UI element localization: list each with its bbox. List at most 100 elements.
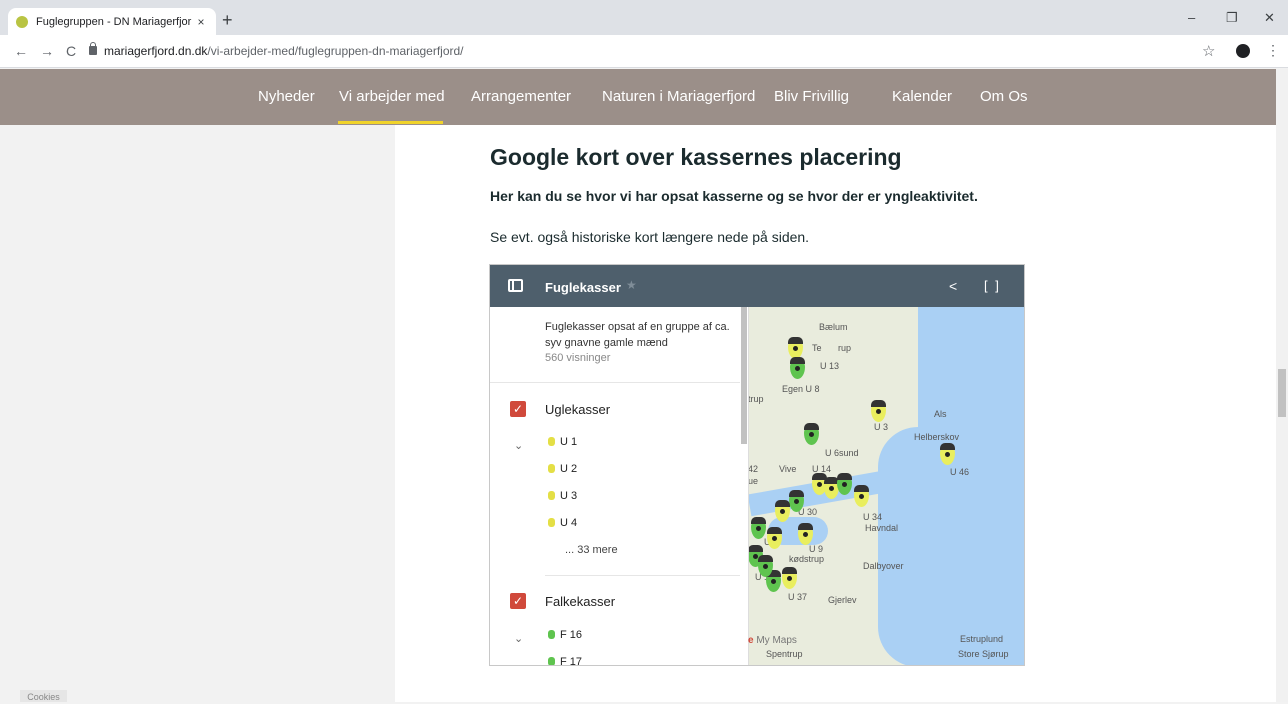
list-item[interactable]: U 4 bbox=[548, 517, 577, 529]
layer-title-uglekasser[interactable]: Uglekasser bbox=[545, 402, 610, 417]
map-label: U 13 bbox=[820, 361, 840, 371]
map-marker[interactable] bbox=[767, 527, 782, 549]
map-label: U 34 bbox=[863, 512, 883, 522]
minimize-icon[interactable]: – bbox=[1188, 10, 1195, 25]
map-label: ue bbox=[748, 476, 759, 486]
map-marker[interactable] bbox=[788, 337, 803, 359]
map-label: Dalbyover bbox=[863, 561, 904, 571]
browser-tab[interactable]: Fuglegruppen - DN Mariagerfjor × bbox=[8, 8, 216, 35]
map-label: U 9 bbox=[809, 544, 824, 554]
divider bbox=[490, 382, 740, 383]
map-label: U 46 bbox=[950, 467, 970, 477]
nav-item-bliv-frivillig[interactable]: Bliv Frivillig bbox=[774, 88, 849, 105]
map-marker[interactable] bbox=[790, 357, 805, 379]
active-nav-indicator bbox=[338, 121, 443, 124]
cookies-button[interactable]: Cookies bbox=[20, 690, 67, 702]
list-item[interactable]: F 16 bbox=[548, 629, 582, 641]
map-description: Fuglekasser opsat af en gruppe af ca. sy… bbox=[545, 321, 730, 349]
map-label: Bælum bbox=[819, 322, 848, 332]
chevron-down-icon[interactable]: ⌄ bbox=[514, 439, 523, 452]
map-label: Store Sjørup bbox=[958, 649, 1009, 659]
map-legend-panel: Fuglekasser opsat af en gruppe af ca. sy… bbox=[490, 307, 749, 665]
map-label: U 6sund bbox=[825, 448, 859, 458]
site-navigation: Nyheder Vi arbejder med Arrangementer Na… bbox=[0, 69, 1276, 125]
lead-text: Her kan du se hvor vi har opsat kasserne… bbox=[490, 188, 978, 204]
map-views: 560 visninger bbox=[545, 352, 611, 364]
restore-icon[interactable]: ❐ bbox=[1226, 10, 1238, 26]
fullscreen-icon[interactable]: [ ] bbox=[984, 278, 1001, 293]
map-canvas[interactable]: Bælum Egen U 8 Als Helberskov U 3 U 46 U… bbox=[747, 307, 1024, 665]
nav-item-vi-arbejder-med[interactable]: Vi arbejder med bbox=[339, 88, 445, 105]
map-label: rup bbox=[838, 343, 852, 353]
map-label: Egen U 8 bbox=[782, 384, 820, 394]
map-marker[interactable] bbox=[804, 423, 819, 445]
reload-icon[interactable]: C bbox=[66, 43, 76, 59]
browser-tabstrip: Fuglegruppen - DN Mariagerfjor × + – ❐ ✕ bbox=[0, 0, 1288, 35]
lock-icon bbox=[89, 42, 97, 55]
nav-item-om-os[interactable]: Om Os bbox=[980, 88, 1028, 105]
favicon-icon bbox=[16, 15, 28, 28]
my-maps-branding: e My Maps bbox=[748, 635, 797, 646]
map-label: U 3 bbox=[874, 422, 889, 432]
browser-menu-icon[interactable]: ⋮ bbox=[1266, 42, 1280, 59]
map-label: Gjerlev bbox=[828, 595, 857, 605]
map-marker[interactable] bbox=[782, 567, 797, 589]
bookmark-star-icon[interactable]: ☆ bbox=[1202, 42, 1215, 60]
map-title: Fuglekasser bbox=[545, 280, 621, 295]
forward-icon[interactable]: → bbox=[40, 43, 54, 59]
url-domain: mariagerfjord.dn.dk bbox=[104, 44, 208, 58]
panel-scrollbar[interactable] bbox=[741, 307, 747, 444]
map-label: Als bbox=[934, 409, 947, 419]
map-label: Spentrup bbox=[766, 649, 803, 659]
chevron-down-icon[interactable]: ⌄ bbox=[514, 632, 523, 645]
owl-marker-icon bbox=[548, 518, 555, 527]
embedded-map[interactable]: Fuglekasser ★ < [ ] Bælum Egen U 8 Als H… bbox=[489, 264, 1025, 666]
back-icon[interactable]: ← bbox=[14, 43, 28, 59]
map-label: Helberskov bbox=[914, 432, 960, 442]
owl-marker-icon bbox=[548, 437, 555, 446]
map-label: Vive bbox=[779, 464, 797, 474]
list-item[interactable]: U 3 bbox=[548, 490, 577, 502]
falkekasser-checkbox[interactable]: ✓ bbox=[510, 593, 526, 609]
map-marker[interactable] bbox=[854, 485, 869, 507]
nav-item-kalender[interactable]: Kalender bbox=[892, 88, 952, 105]
address-bar: ← → C mariagerfjord.dn.dk/vi-arbejder-me… bbox=[0, 35, 1288, 68]
new-tab-button[interactable]: + bbox=[222, 10, 233, 31]
scrollbar-thumb[interactable] bbox=[1278, 369, 1286, 417]
list-item[interactable]: U 1 bbox=[548, 436, 577, 448]
page-title: Google kort over kassernes placering bbox=[490, 144, 902, 170]
owl-marker-icon bbox=[548, 491, 555, 500]
map-label: Te bbox=[812, 343, 822, 353]
falcon-marker-icon bbox=[548, 657, 555, 665]
map-label: U 37 bbox=[788, 592, 808, 602]
map-label: kødstrup bbox=[789, 554, 825, 564]
url-field[interactable]: mariagerfjord.dn.dk/vi-arbejder-med/fugl… bbox=[104, 44, 464, 58]
layer-title-falkekasser[interactable]: Falkekasser bbox=[545, 594, 615, 609]
tab-close-icon[interactable]: × bbox=[194, 15, 208, 29]
favorite-star-icon[interactable]: ★ bbox=[626, 278, 637, 292]
nav-item-naturen[interactable]: Naturen i Mariagerfjord bbox=[602, 88, 755, 105]
more-items-link[interactable]: ... 33 mere bbox=[565, 544, 618, 556]
map-marker[interactable] bbox=[751, 517, 766, 539]
list-item[interactable]: U 2 bbox=[548, 463, 577, 475]
owl-marker-icon bbox=[548, 464, 555, 473]
close-window-icon[interactable]: ✕ bbox=[1264, 10, 1275, 26]
url-path: /vi-arbejder-med/fuglegruppen-dn-mariage… bbox=[207, 44, 464, 58]
extension-icon[interactable] bbox=[1236, 44, 1250, 58]
page-scrollbar[interactable] bbox=[1276, 69, 1288, 702]
tab-title: Fuglegruppen - DN Mariagerfjor bbox=[36, 15, 192, 28]
map-label: Havndal bbox=[865, 523, 899, 533]
side-panel-icon[interactable] bbox=[508, 279, 523, 292]
map-label: Estruplund bbox=[960, 634, 1004, 644]
nav-item-arrangementer[interactable]: Arrangementer bbox=[471, 88, 571, 105]
divider bbox=[545, 575, 740, 576]
map-label: 42 bbox=[748, 464, 759, 474]
list-item[interactable]: F 17 bbox=[548, 656, 582, 665]
map-header: Fuglekasser ★ < [ ] bbox=[490, 265, 1024, 307]
map-marker[interactable] bbox=[871, 400, 886, 422]
share-icon[interactable]: < bbox=[949, 278, 957, 294]
map-label: trup bbox=[748, 394, 764, 404]
falcon-marker-icon bbox=[548, 630, 555, 639]
uglekasser-checkbox[interactable]: ✓ bbox=[510, 401, 526, 417]
nav-item-nyheder[interactable]: Nyheder bbox=[258, 88, 315, 105]
